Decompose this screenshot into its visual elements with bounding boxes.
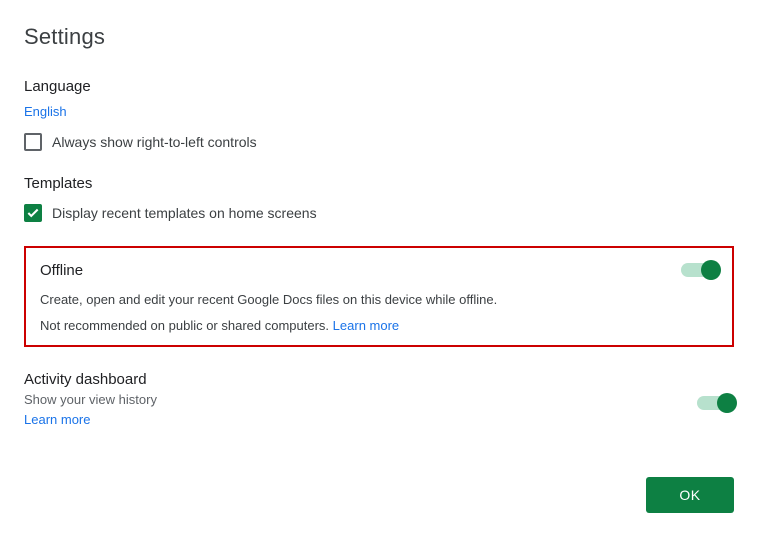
activity-toggle[interactable] (697, 393, 734, 413)
activity-learn-more-link[interactable]: Learn more (24, 412, 90, 427)
offline-toggle[interactable] (681, 260, 718, 280)
templates-heading: Templates (24, 175, 734, 192)
section-offline: Offline Create, open and edit your recen… (24, 246, 734, 347)
offline-warning-row: Not recommended on public or shared comp… (40, 316, 718, 336)
rtl-checkbox-label: Always show right-to-left controls (52, 134, 257, 150)
offline-heading: Offline (40, 262, 83, 279)
language-value-link[interactable]: English (24, 104, 67, 119)
section-templates: Templates Display recent templates on ho… (24, 175, 734, 222)
templates-checkbox-label: Display recent templates on home screens (52, 205, 317, 221)
check-icon (26, 206, 40, 220)
page-title: Settings (24, 24, 734, 50)
offline-description: Create, open and edit your recent Google… (40, 290, 718, 310)
templates-checkbox[interactable] (24, 204, 42, 222)
ok-button[interactable]: OK (646, 477, 734, 513)
language-heading: Language (24, 78, 734, 95)
section-activity: Activity dashboard Show your view histor… (24, 371, 734, 429)
offline-warning: Not recommended on public or shared comp… (40, 318, 329, 333)
activity-heading: Activity dashboard (24, 371, 157, 388)
rtl-checkbox[interactable] (24, 133, 42, 151)
activity-description: Show your view history (24, 392, 157, 407)
section-language: Language English Always show right-to-le… (24, 78, 734, 151)
offline-learn-more-link[interactable]: Learn more (333, 316, 399, 336)
